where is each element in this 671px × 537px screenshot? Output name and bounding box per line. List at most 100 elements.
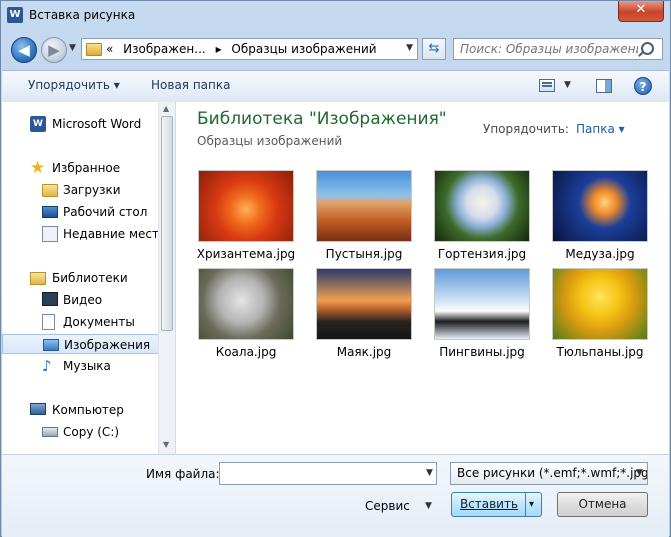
sidebar-item-label: Рабочий стол [63, 205, 148, 219]
window-title: Вставка рисунка [29, 8, 136, 22]
image-thumbnail[interactable] [434, 268, 530, 340]
organize-label: Упорядочить [28, 78, 110, 92]
sidebar-item[interactable]: Загрузки [2, 180, 159, 200]
filename-input[interactable] [219, 462, 437, 485]
filename-dropdown[interactable]: ▼ [426, 468, 433, 478]
close-button[interactable]: ✕ [618, 1, 664, 22]
forward-button[interactable]: ▶ [41, 37, 67, 63]
tools-dropdown-arrow[interactable]: ▼ [425, 501, 432, 511]
downloads-folder-icon [42, 184, 58, 197]
dialog-footer: Имя файла: ▼ Все рисунки (*.emf;*.wmf;*.… [2, 454, 669, 537]
breadcrumb-overflow[interactable]: « [106, 42, 113, 56]
video-icon [42, 292, 58, 306]
image-thumbnail[interactable] [198, 170, 294, 242]
sidebar-item[interactable]: Недавние места [2, 224, 166, 244]
file-type-filter[interactable]: Все рисунки (*.emf;*.wmf;*.jpg;*.jpeg;*.… [450, 462, 648, 485]
computer-icon [30, 403, 46, 415]
search-icon[interactable] [641, 42, 654, 55]
insert-options-dropdown[interactable] [525, 493, 541, 516]
file-list: Библиотека "Изображения" Образцы изображ… [176, 102, 669, 454]
organize-button[interactable]: Упорядочить ▾ [28, 78, 120, 92]
file-name-label: Медуза.jpg [565, 247, 635, 261]
insert-picture-dialog: W Вставка рисунка ✕ ◀ ▶ ▼ « Изображен...… [0, 0, 671, 537]
image-thumbnail[interactable] [316, 268, 412, 340]
image-thumbnail[interactable] [198, 268, 294, 340]
scrollbar-thumb[interactable] [161, 116, 173, 331]
navigation-pane: W Microsoft Word ★ Избранное Загрузки Рабочий… [2, 102, 176, 454]
preview-pane-icon[interactable] [596, 79, 612, 93]
pictures-icon [43, 339, 59, 351]
cancel-button[interactable]: Отмена [557, 492, 648, 517]
sidebar-item[interactable]: Рабочий стол [2, 202, 159, 222]
filename-label: Имя файла: [146, 467, 220, 481]
breadcrumb-item-sample-pictures[interactable]: Образцы изображений [231, 42, 376, 56]
sidebar-item[interactable]: Copy (C:) [2, 422, 159, 442]
arrange-by-dropdown[interactable]: Папка ▾ [576, 122, 625, 136]
image-thumbnail[interactable] [316, 170, 412, 242]
command-bar: Упорядочить ▾ Новая папка ▼ ? [2, 70, 669, 103]
scroll-down-arrow[interactable]: ▼ [163, 440, 169, 449]
sidebar-item[interactable]: Библиотеки [2, 268, 159, 288]
refresh-button[interactable]: ⇆ [422, 38, 446, 60]
search-input[interactable] [453, 38, 663, 60]
sidebar-item-label: Музыка [63, 359, 111, 373]
navigation-pane-scrollbar[interactable]: ▲ ▼ [158, 102, 175, 454]
sidebar-item[interactable]: Видео [2, 290, 159, 310]
insert-label: Вставить [459, 497, 519, 511]
sidebar-item[interactable]: Документы [2, 312, 159, 332]
view-options-dropdown[interactable]: ▼ [564, 80, 571, 90]
sidebar-item-label: Copy (C:) [63, 425, 120, 439]
scroll-up-arrow[interactable]: ▲ [163, 104, 169, 113]
arrange-by-label: Упорядочить: [483, 122, 569, 136]
new-folder-button[interactable]: Новая папка [151, 78, 230, 92]
breadcrumb-separator[interactable]: ▸ [216, 42, 222, 56]
image-thumbnail[interactable] [552, 170, 648, 242]
image-thumbnail[interactable] [552, 268, 648, 340]
navigation-bar: ◀ ▶ ▼ « Изображен... ▸ Образцы изображен… [1, 34, 670, 66]
documents-icon [42, 314, 55, 330]
address-bar[interactable]: « Изображен... ▸ Образцы изображений ▼ [81, 38, 418, 60]
breadcrumb: « Изображен... ▸ Образцы изображений [106, 42, 383, 56]
breadcrumb-item-pictures[interactable]: Изображен... [123, 42, 206, 56]
sidebar-item[interactable]: ★ Избранное [2, 158, 159, 178]
title-bar: W Вставка рисунка ✕ [1, 1, 670, 31]
sidebar-item-label: Избранное [52, 161, 121, 175]
sidebar-item-label: Microsoft Word [52, 117, 142, 131]
drive-icon [42, 427, 58, 437]
address-dropdown[interactable]: ▼ [406, 43, 413, 53]
sidebar-item-label: Недавние места [63, 227, 167, 241]
sidebar-item-label: Компьютер [52, 403, 124, 417]
image-thumbnail[interactable] [434, 170, 530, 242]
word-icon: W [7, 7, 23, 23]
tools-button[interactable]: Сервис [365, 499, 410, 513]
recent-pages-dropdown[interactable]: ▼ [69, 43, 76, 53]
back-button[interactable]: ◀ [11, 37, 37, 63]
insert-button[interactable]: Вставить [451, 492, 542, 517]
help-button[interactable]: ? [634, 77, 652, 95]
sidebar-item-label: Библиотеки [52, 271, 128, 285]
file-name-label: Пустыня.jpg [325, 247, 403, 261]
sidebar-item[interactable]: Изображения [2, 334, 159, 354]
change-view-icon[interactable] [539, 79, 555, 92]
file-name-label: Пингвины.jpg [439, 345, 525, 359]
file-name-label: Маяк.jpg [336, 345, 392, 359]
sidebar-item[interactable]: W Microsoft Word [2, 114, 159, 134]
file-name-label: Коала.jpg [215, 345, 277, 359]
file-name-label: Тюльпаны.jpg [556, 345, 644, 359]
sidebar-item[interactable]: ♪ Музыка [2, 356, 159, 376]
recent-places-icon [42, 226, 58, 242]
library-title: Библиотека "Изображения" [197, 109, 447, 129]
sidebar-item[interactable]: Компьютер [2, 400, 159, 420]
word-icon: W [30, 116, 46, 132]
sidebar-item-label: Документы [63, 315, 135, 329]
sidebar-item-label: Видео [63, 293, 103, 307]
libraries-icon [30, 272, 46, 285]
star-icon: ★ [30, 158, 46, 178]
sidebar-item-label: Изображения [64, 338, 151, 352]
file-name-label: Гортензия.jpg [437, 247, 527, 261]
desktop-icon [42, 206, 58, 218]
file-type-dropdown-arrow[interactable]: ▼ [636, 468, 643, 478]
music-icon: ♪ [42, 357, 52, 375]
sidebar-item-label: Загрузки [63, 183, 121, 197]
library-subtitle[interactable]: Образцы изображений [197, 134, 342, 148]
